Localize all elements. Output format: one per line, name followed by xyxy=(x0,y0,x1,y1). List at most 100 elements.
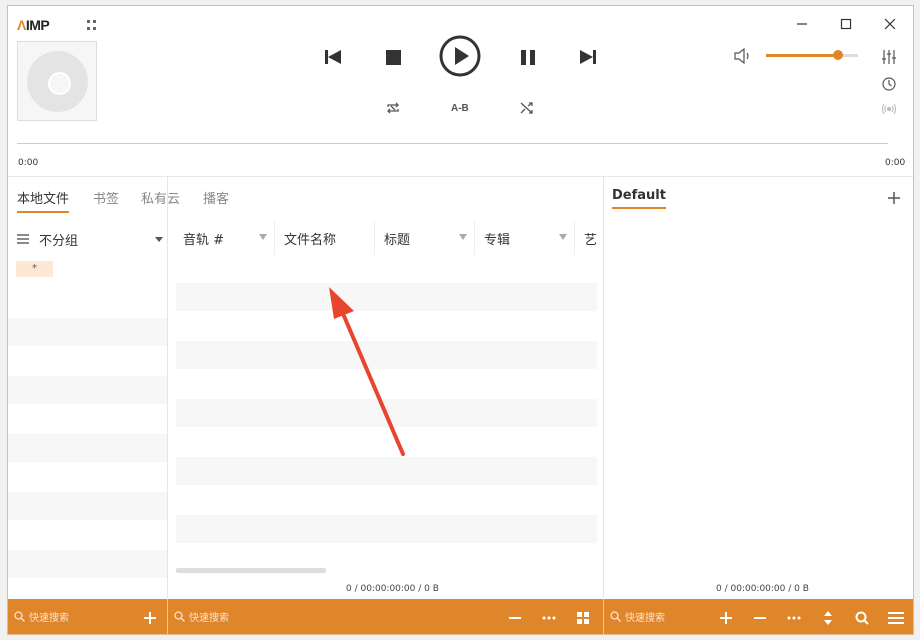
stripe xyxy=(8,492,167,520)
column-artist[interactable]: 艺 xyxy=(575,221,603,255)
horizontal-scrollbar[interactable] xyxy=(176,568,326,573)
playlist-search-button[interactable] xyxy=(852,608,872,628)
maximize-button[interactable] xyxy=(835,15,857,33)
shuffle-icon xyxy=(520,102,533,114)
remove-files-button[interactable] xyxy=(505,608,525,628)
search-icon xyxy=(174,611,185,622)
bar-divider xyxy=(603,599,604,634)
volume-knob[interactable] xyxy=(832,50,843,60)
pause-button[interactable] xyxy=(516,46,540,68)
album-cover[interactable] xyxy=(17,41,97,121)
close-button[interactable] xyxy=(879,15,901,33)
playlist-tab-default[interactable]: Default xyxy=(612,188,666,209)
column-label: 文件名称 xyxy=(284,232,337,248)
column-label: 专辑 xyxy=(484,232,511,248)
search-icon xyxy=(14,611,25,622)
search-placeholder: 快速搜索 xyxy=(625,613,665,624)
playlist-search-field[interactable]: 快速搜索 xyxy=(610,609,665,624)
sort-icon xyxy=(824,611,832,625)
radio-icon xyxy=(881,103,897,115)
equalizer-icon xyxy=(882,50,896,64)
tab-private-cloud[interactable]: 私有云 xyxy=(141,188,180,211)
stripe xyxy=(176,341,597,369)
column-label: 标题 xyxy=(384,232,411,248)
stop-button[interactable] xyxy=(381,46,405,68)
time-remaining: 0:00 xyxy=(885,158,906,168)
column-file-name[interactable]: 文件名称 xyxy=(275,221,375,255)
search-placeholder: 快速搜索 xyxy=(189,613,229,624)
plus-icon xyxy=(888,192,900,204)
filter-icon[interactable] xyxy=(259,234,267,240)
next-button[interactable] xyxy=(576,46,600,68)
repeat-icon xyxy=(387,102,399,114)
pane-divider xyxy=(167,176,168,602)
add-to-playlist-button[interactable] xyxy=(716,608,736,628)
file-options-button[interactable] xyxy=(539,608,559,628)
disc-placeholder-icon xyxy=(27,51,88,112)
aimp-window: ΛIMP A-B 0:00 0:00 本地文件 书签 私有云 播客 不分组 * … xyxy=(7,5,914,635)
chevron-down-icon xyxy=(155,236,163,242)
radio-button[interactable] xyxy=(880,100,898,118)
volume-icon xyxy=(734,48,749,64)
playlist-status: 0 / 00:00:00:00 / 0 B xyxy=(716,584,809,594)
plus-icon xyxy=(144,612,156,624)
minus-icon xyxy=(509,617,521,619)
stripe xyxy=(176,399,597,427)
next-icon xyxy=(580,50,596,64)
stripe xyxy=(8,318,167,346)
group-item[interactable]: * xyxy=(16,261,53,277)
divider xyxy=(8,176,913,177)
more-icon xyxy=(542,616,556,620)
tab-local-files[interactable]: 本地文件 xyxy=(17,188,70,213)
playlist-options-button[interactable] xyxy=(784,608,804,628)
equalizer-button[interactable] xyxy=(880,48,898,66)
close-icon xyxy=(884,18,896,30)
add-group-button[interactable] xyxy=(140,608,160,628)
add-playlist-button[interactable] xyxy=(887,190,901,204)
column-track-number[interactable]: 音轨 # xyxy=(174,221,275,255)
clock-icon xyxy=(882,77,896,91)
seek-bar[interactable] xyxy=(17,143,888,144)
bar-divider xyxy=(167,599,168,634)
column-title[interactable]: 标题 xyxy=(375,221,475,255)
column-label: 音轨 # xyxy=(183,232,225,248)
group-search-field[interactable]: 快速搜索 xyxy=(14,609,69,624)
minimize-button[interactable] xyxy=(791,15,813,33)
menu-grip-icon[interactable] xyxy=(87,20,97,30)
filter-icon[interactable] xyxy=(459,234,467,240)
stripe xyxy=(176,457,597,485)
column-album[interactable]: 专辑 xyxy=(475,221,575,255)
maximize-icon xyxy=(840,18,852,30)
shuffle-button[interactable] xyxy=(518,99,536,117)
play-icon xyxy=(439,35,481,77)
app-logo[interactable]: ΛIMP xyxy=(17,17,50,33)
previous-button[interactable] xyxy=(321,46,345,68)
filter-icon[interactable] xyxy=(559,234,567,240)
search-icon xyxy=(855,611,869,625)
play-button[interactable] xyxy=(439,35,481,77)
scheduler-button[interactable] xyxy=(880,75,898,93)
grid-icon xyxy=(577,612,589,624)
sort-button[interactable] xyxy=(818,608,838,628)
volume-slider[interactable] xyxy=(766,50,858,60)
menu-icon xyxy=(888,612,904,624)
repeat-button[interactable] xyxy=(384,99,402,117)
stop-icon xyxy=(385,49,401,65)
view-mode-button[interactable] xyxy=(573,608,593,628)
tab-podcasts[interactable]: 播客 xyxy=(203,188,229,211)
stripe xyxy=(8,434,167,462)
grouping-selector[interactable]: 不分组 xyxy=(17,230,163,249)
file-search-field[interactable]: 快速搜索 xyxy=(174,609,229,624)
stripe xyxy=(8,376,167,404)
file-list-status: 0 / 00:00:00:00 / 0 B xyxy=(346,584,439,594)
plus-icon xyxy=(720,612,732,624)
main-menu-button[interactable] xyxy=(886,608,906,628)
minimize-icon xyxy=(797,23,807,25)
volume-button[interactable] xyxy=(733,47,753,65)
column-label: 艺 xyxy=(584,232,598,248)
tab-bookmarks[interactable]: 书签 xyxy=(93,188,119,211)
stripe xyxy=(176,515,597,543)
remove-from-playlist-button[interactable] xyxy=(750,608,770,628)
volume-fill xyxy=(766,54,838,57)
ab-repeat-button[interactable]: A-B xyxy=(451,103,469,114)
